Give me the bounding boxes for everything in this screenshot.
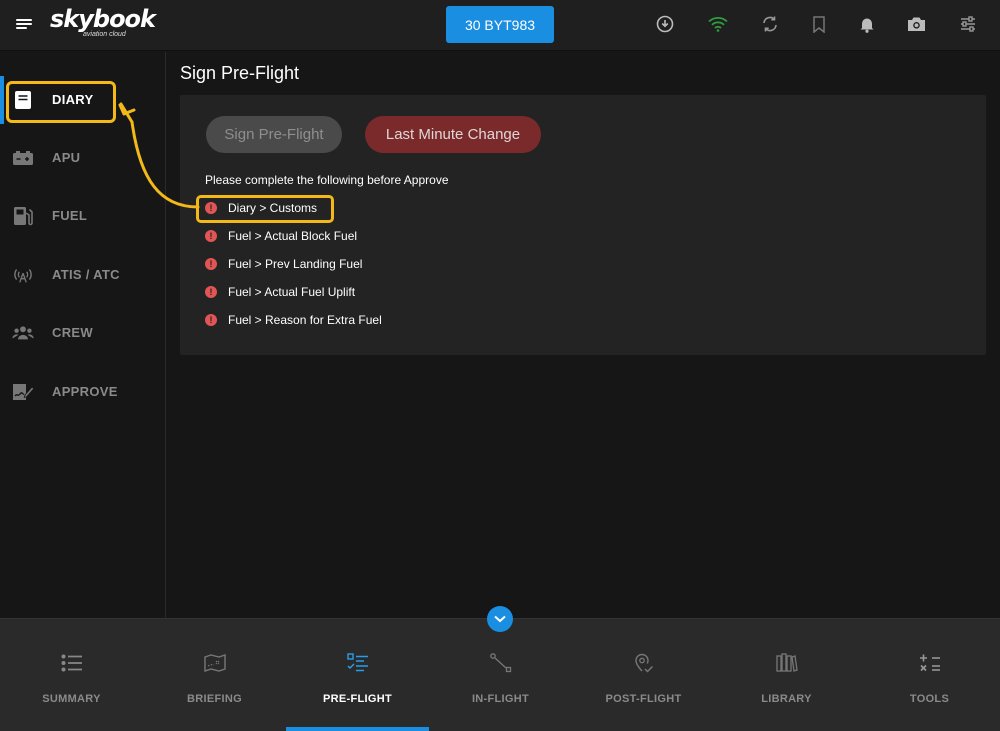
- bottom-nav: SUMMARY BRIEFING PRE-FLIGHT IN-FLIGHT PO…: [0, 618, 1000, 731]
- app-window: skybook aviation cloud 30 BYT983 DIARY A…: [0, 0, 1000, 731]
- todo-item-prev-landing-fuel[interactable]: ! Fuel > Prev Landing Fuel: [205, 255, 362, 273]
- customs-highlight-box: [196, 195, 334, 223]
- warning-icon: !: [205, 230, 217, 242]
- sidebar: DIARY APU FUEL ATIS / ATC CREW APPROVE: [0, 52, 166, 618]
- tab-label: TOOLS: [909, 693, 950, 705]
- sidebar-item-label: ATIS / ATC: [52, 267, 120, 282]
- sidebar-item-label: DIARY: [52, 92, 94, 107]
- logo-subtitle: aviation cloud: [83, 31, 126, 38]
- top-bar: skybook aviation cloud 30 BYT983: [0, 0, 1000, 51]
- sidebar-item-label: APPROVE: [52, 384, 118, 399]
- map-icon: [203, 652, 227, 674]
- tab-briefing[interactable]: BRIEFING: [143, 619, 286, 731]
- book-icon: [12, 89, 34, 111]
- list-icon: [60, 652, 84, 674]
- tab-label: BRIEFING: [187, 693, 242, 705]
- sidebar-item-atis-atc[interactable]: ATIS / ATC: [0, 251, 166, 299]
- sliders-icon[interactable]: [958, 14, 978, 34]
- calculator-icon: [918, 652, 942, 674]
- sidebar-item-label: APU: [52, 150, 81, 165]
- todo-item-actual-fuel-uplift[interactable]: ! Fuel > Actual Fuel Uplift: [205, 283, 355, 301]
- books-icon: [775, 652, 799, 674]
- sidebar-item-label: FUEL: [52, 208, 88, 223]
- wifi-icon[interactable]: [708, 14, 728, 34]
- page-title: Sign Pre-Flight: [180, 63, 300, 83]
- bookmark-icon[interactable]: [809, 14, 829, 34]
- camera-icon[interactable]: [906, 14, 926, 34]
- fuel-pump-icon: [12, 205, 34, 227]
- tab-label: IN-FLIGHT: [471, 693, 530, 705]
- sidebar-item-diary[interactable]: DIARY: [0, 76, 166, 124]
- tab-label: PRE-FLIGHT: [323, 693, 392, 705]
- menu-icon[interactable]: [16, 17, 32, 31]
- sync-icon[interactable]: [760, 14, 780, 34]
- todo-label: Fuel > Reason for Extra Fuel: [228, 313, 382, 327]
- sidebar-item-crew[interactable]: CREW: [0, 309, 166, 357]
- logo: skybook aviation cloud: [50, 5, 156, 38]
- tab-label: LIBRARY: [761, 693, 812, 705]
- sign-pre-flight-button[interactable]: Sign Pre-Flight: [206, 116, 342, 153]
- warning-icon: !: [205, 258, 217, 270]
- main-content: Sign Pre-Flight Sign Pre-Flight Last Min…: [166, 52, 1000, 618]
- sidebar-item-fuel[interactable]: FUEL: [0, 192, 166, 240]
- sidebar-item-apu[interactable]: APU: [0, 134, 166, 182]
- antenna-icon: [12, 264, 34, 286]
- bell-icon[interactable]: [857, 14, 877, 34]
- sidebar-item-label: CREW: [52, 325, 93, 340]
- route-icon: [489, 652, 513, 674]
- sidebar-item-approve[interactable]: APPROVE: [0, 368, 166, 416]
- download-icon[interactable]: [655, 14, 675, 34]
- todo-label: Fuel > Actual Fuel Uplift: [228, 285, 356, 299]
- battery-icon: [12, 147, 34, 169]
- tab-in-flight[interactable]: IN-FLIGHT: [429, 619, 572, 731]
- flight-selector-button[interactable]: 30 BYT983: [446, 6, 554, 43]
- todo-label: Fuel > Actual Block Fuel: [228, 229, 358, 243]
- tab-summary[interactable]: SUMMARY: [0, 619, 143, 731]
- tab-post-flight[interactable]: POST-FLIGHT: [572, 619, 715, 731]
- sign-panel: Sign Pre-Flight Last Minute Change Pleas…: [180, 95, 986, 355]
- tab-label: SUMMARY: [42, 693, 101, 705]
- warning-icon: !: [205, 286, 217, 298]
- todo-item-reason-extra-fuel[interactable]: ! Fuel > Reason for Extra Fuel: [205, 311, 382, 329]
- tab-library[interactable]: LIBRARY: [715, 619, 858, 731]
- last-minute-change-button[interactable]: Last Minute Change: [365, 116, 541, 153]
- warning-icon: !: [205, 314, 217, 326]
- sign-icon: [12, 381, 34, 403]
- checklist-icon: [346, 652, 370, 674]
- tab-tools[interactable]: TOOLS: [858, 619, 1000, 731]
- todo-item-actual-block-fuel[interactable]: ! Fuel > Actual Block Fuel: [205, 227, 357, 245]
- tab-pre-flight[interactable]: PRE-FLIGHT: [286, 619, 429, 731]
- instruction-text: Please complete the following before App…: [205, 173, 449, 187]
- tab-label: POST-FLIGHT: [605, 693, 682, 705]
- logo-text: skybook: [50, 5, 156, 33]
- todo-label: Fuel > Prev Landing Fuel: [228, 257, 363, 271]
- location-check-icon: [632, 652, 656, 674]
- people-icon: [12, 322, 34, 344]
- collapse-nav-button[interactable]: [487, 606, 513, 632]
- chevron-down-icon: [494, 615, 506, 623]
